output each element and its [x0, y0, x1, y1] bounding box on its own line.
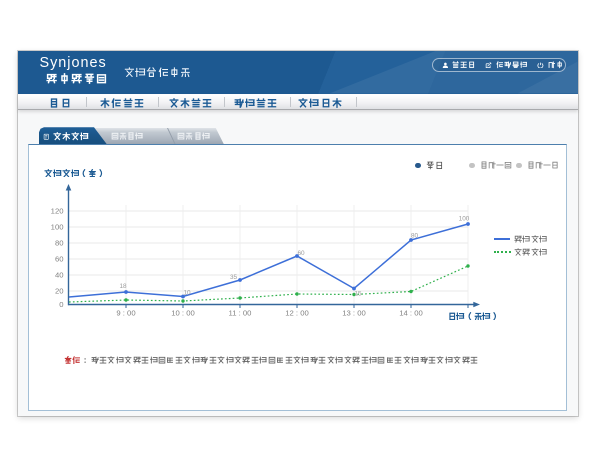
svg-text:40: 40 [54, 271, 63, 280]
svg-text:20: 20 [54, 287, 63, 296]
svg-text:11 : 00: 11 : 00 [228, 309, 251, 318]
svg-text:0: 0 [59, 300, 63, 309]
svg-text:60: 60 [54, 255, 63, 264]
svg-text:100: 100 [458, 216, 469, 223]
svg-text:10: 10 [183, 290, 191, 297]
svg-text:15: 15 [354, 291, 362, 298]
svg-text:100: 100 [50, 223, 63, 232]
svg-text:35: 35 [229, 274, 237, 281]
svg-text:60: 60 [297, 250, 305, 257]
svg-text:14 : 00: 14 : 00 [399, 309, 423, 318]
svg-text:9 : 00: 9 : 00 [116, 309, 135, 318]
svg-text:13 : 00: 13 : 00 [342, 309, 366, 318]
svg-text:120: 120 [50, 207, 63, 216]
svg-text:10 : 00: 10 : 00 [171, 309, 195, 318]
svg-text:80: 80 [410, 233, 418, 240]
svg-text:80: 80 [54, 239, 63, 248]
svg-text:12 : 00: 12 : 00 [285, 309, 309, 318]
svg-text:18: 18 [119, 283, 127, 290]
